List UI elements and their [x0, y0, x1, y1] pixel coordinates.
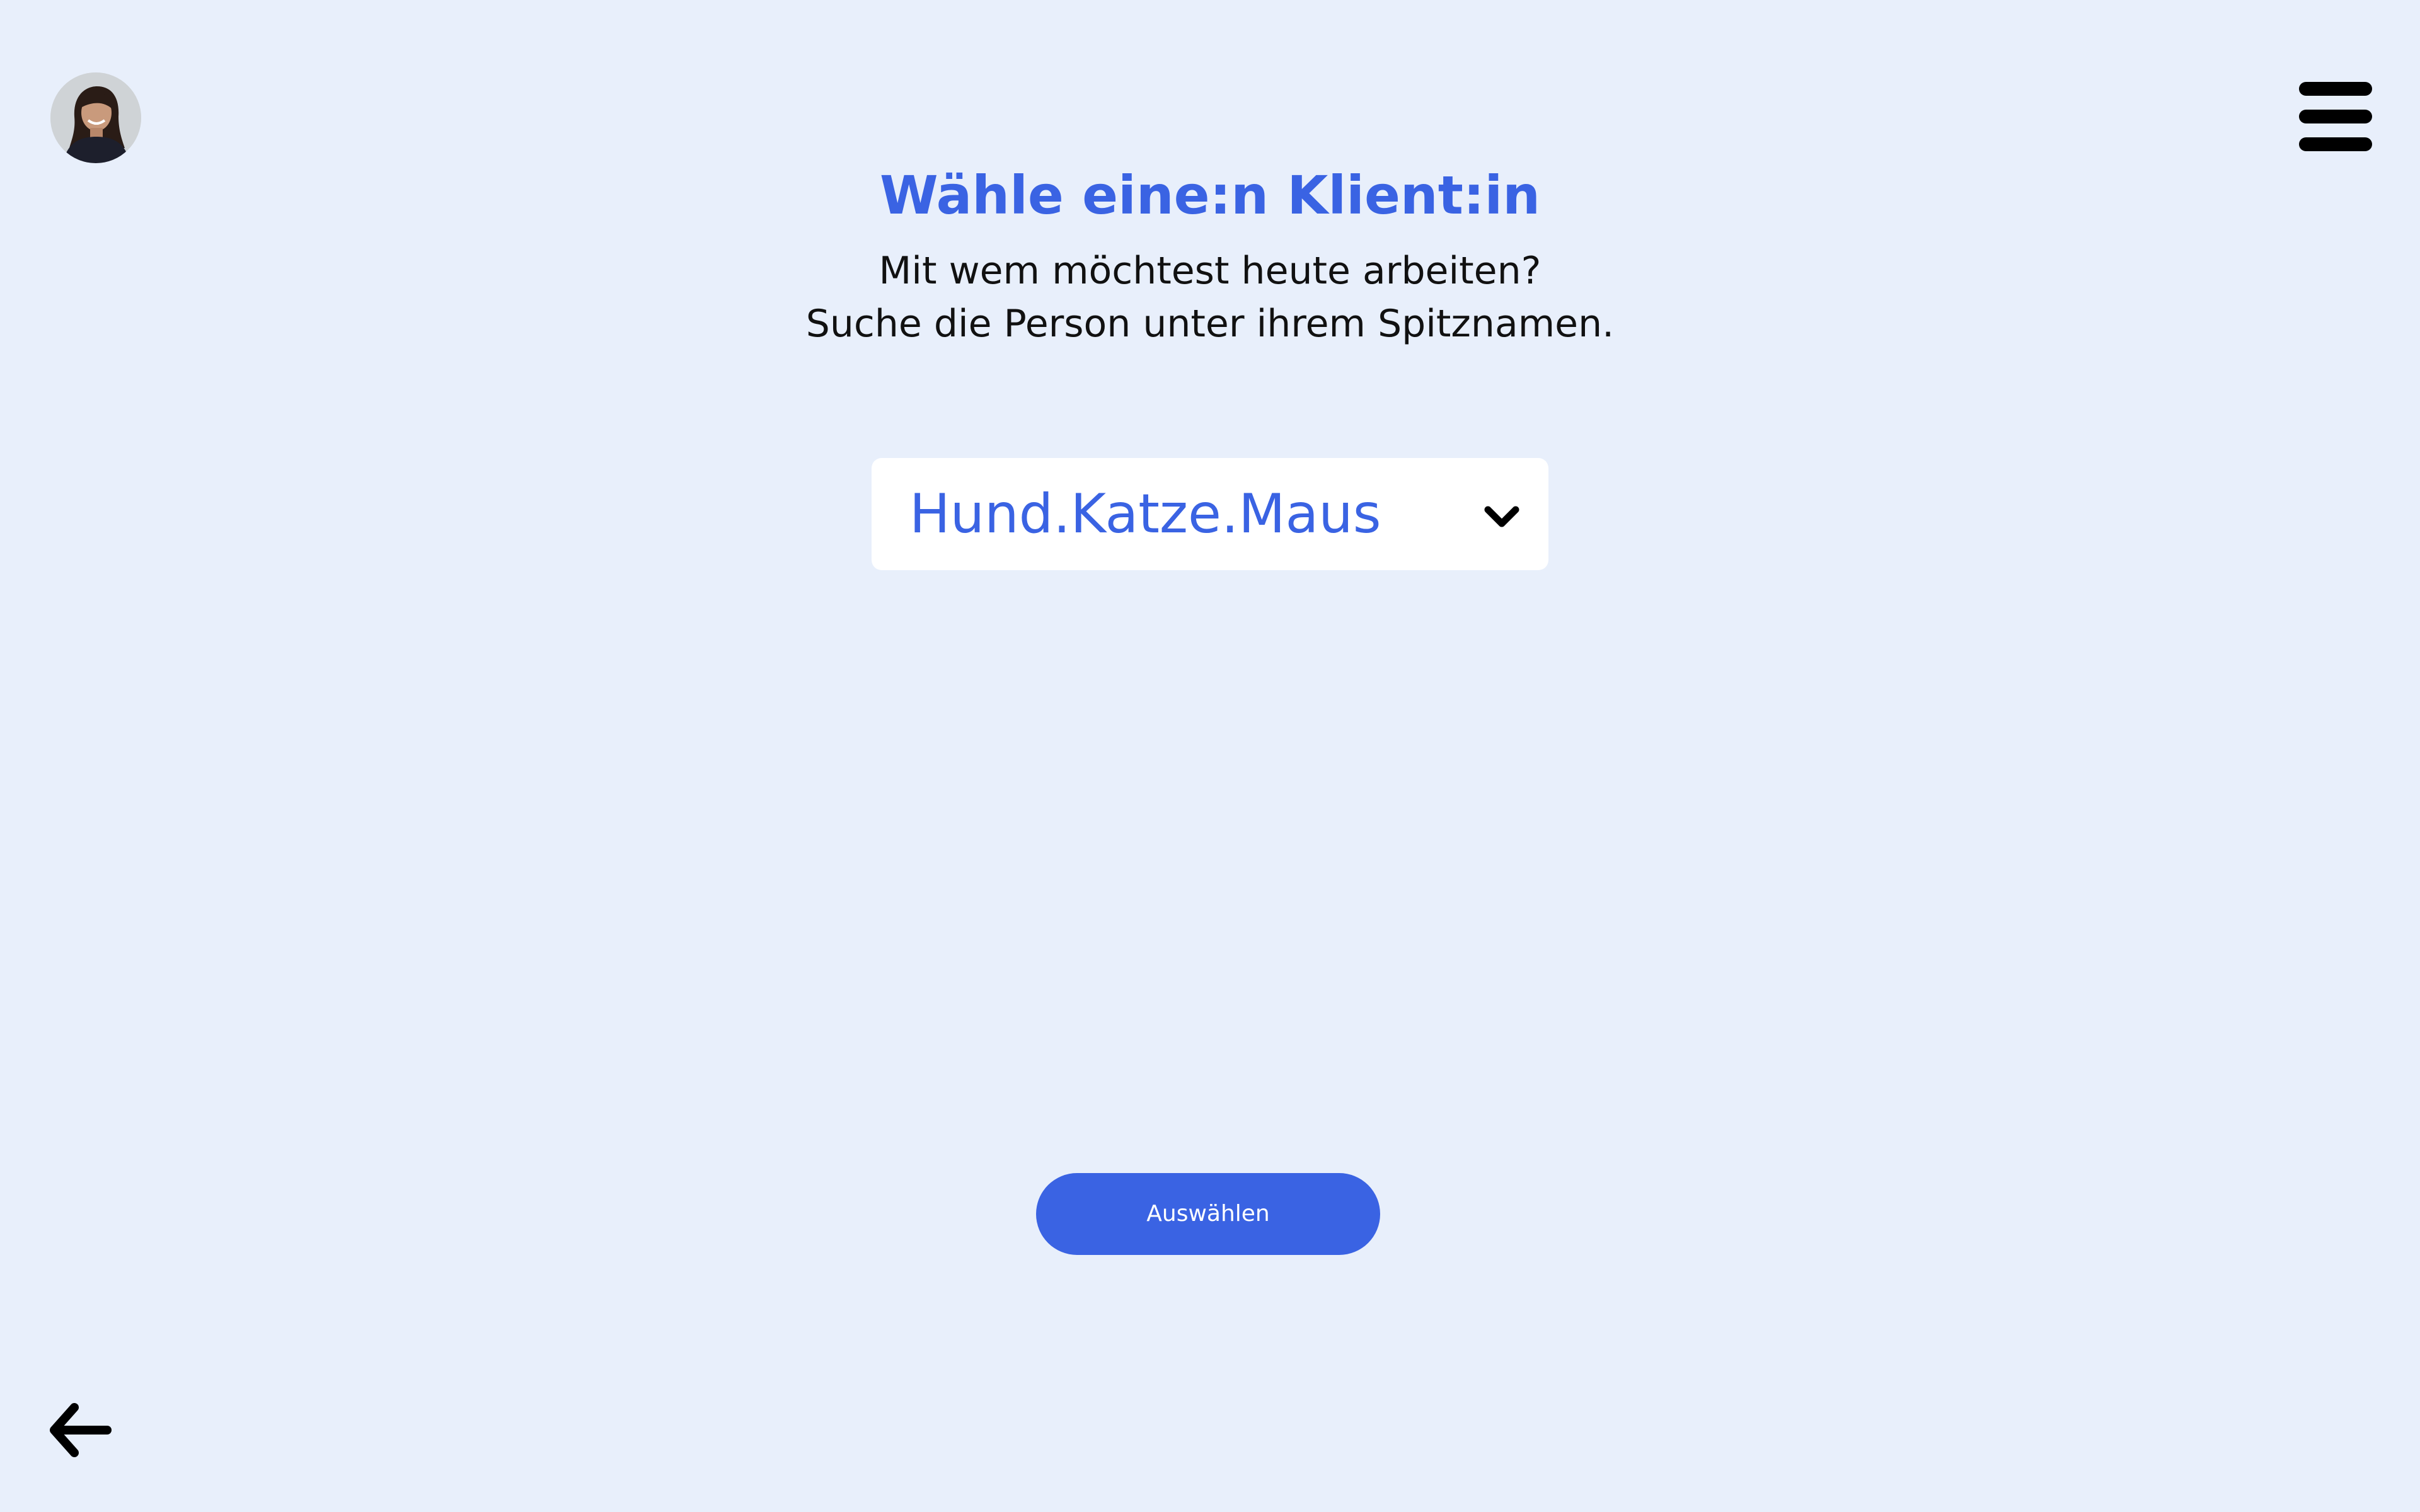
hamburger-menu-icon[interactable] [2299, 82, 2372, 151]
menu-bar [2299, 137, 2372, 151]
subtitle-line-1: Mit wem möchtest heute arbeiten? [879, 249, 1541, 293]
page-title: Wähle eine:n Klient:in [879, 164, 1541, 226]
menu-bar [2299, 110, 2372, 123]
client-select-value: Hund.Katze.Maus [909, 483, 1381, 546]
subtitle-line-2: Suche die Person unter ihrem Spitznamen. [805, 302, 1615, 346]
avatar[interactable] [50, 72, 141, 163]
page-subtitle: Mit wem möchtest heute arbeiten? Suche d… [0, 244, 2420, 350]
arrow-left-icon[interactable] [47, 1397, 112, 1463]
menu-bar [2299, 82, 2372, 96]
client-select[interactable]: Hund.Katze.Maus [872, 458, 1548, 570]
chevron-down-icon [1482, 497, 1522, 537]
avatar-image [50, 72, 141, 163]
select-client-button[interactable]: Auswählen [1036, 1173, 1380, 1255]
